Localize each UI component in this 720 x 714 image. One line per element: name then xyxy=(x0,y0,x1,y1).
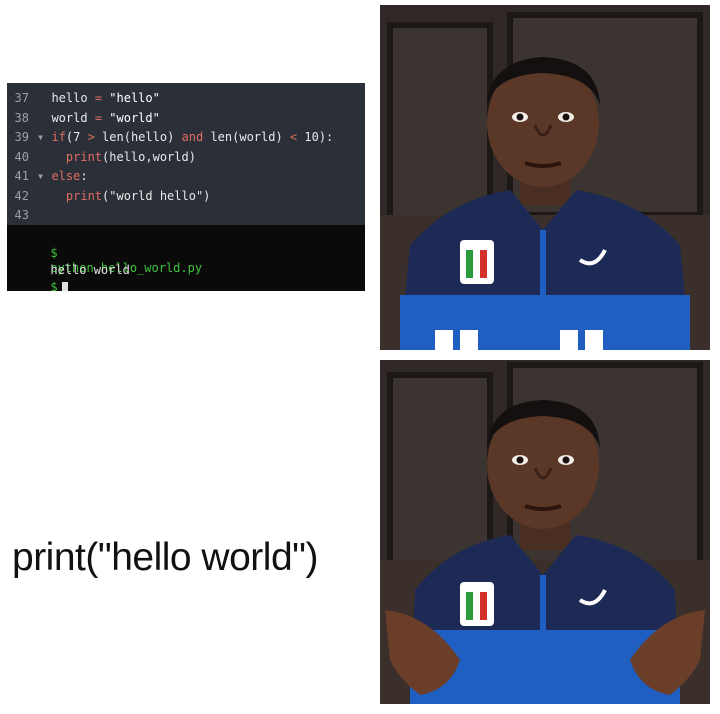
line-number: 43 xyxy=(14,208,29,222)
code-token: > xyxy=(87,130,95,144)
code-token: print xyxy=(65,188,103,203)
fold-chevron-icon xyxy=(37,150,51,164)
code-line: 39 ▾ if(7 > len(hello) and len(world) < 1… xyxy=(7,128,334,147)
code-token: print xyxy=(65,149,103,164)
terminal: $ python hello_world.py hello world $ xyxy=(7,225,365,291)
code-token: = xyxy=(94,91,103,105)
code-token: len(hello) xyxy=(94,130,182,144)
code-line: 41 ▾ else: xyxy=(7,167,88,186)
fold-chevron-icon xyxy=(37,208,51,222)
code-token: len(world) xyxy=(203,130,290,144)
code-token: ("world hello") xyxy=(102,188,211,203)
person-neutral-illustration xyxy=(380,5,710,350)
reaction-photo-bottom xyxy=(380,360,710,704)
line-number: 41 xyxy=(14,169,29,183)
terminal-cursor xyxy=(61,281,68,291)
fold-chevron-icon: ▾ xyxy=(37,130,52,144)
terminal-prompt-line: $ xyxy=(7,265,68,291)
line-number: 39 xyxy=(14,130,29,144)
code-line: 43 xyxy=(7,206,51,225)
code-line: 40 print(hello,world) xyxy=(7,148,196,167)
code-token: : xyxy=(80,169,88,183)
code-token: "world" xyxy=(102,110,160,125)
fold-chevron-icon xyxy=(37,111,51,125)
fold-chevron-icon xyxy=(37,91,51,105)
line-number: 42 xyxy=(14,188,29,203)
fold-chevron-icon xyxy=(37,189,51,203)
line-number: 40 xyxy=(14,149,29,164)
reaction-photo-top xyxy=(380,5,710,350)
terminal-output-line: hello world xyxy=(7,248,129,277)
code-token: world xyxy=(51,110,95,125)
line-number: 37 xyxy=(14,91,29,105)
code-line: 42 print("world hello") xyxy=(7,187,211,206)
terminal-command-line: $ python hello_world.py xyxy=(7,231,202,275)
code-line: 37 hello = "hello" xyxy=(7,89,160,108)
meme-caption: print("hello world") xyxy=(12,536,318,579)
code-token: 10): xyxy=(297,130,334,144)
terminal-prompt-2: $ xyxy=(50,280,58,291)
line-number: 38 xyxy=(14,110,29,125)
code-token: and xyxy=(181,130,204,144)
code-token: "hello" xyxy=(102,91,160,105)
fold-chevron-icon: ▾ xyxy=(37,169,52,183)
code-token: if xyxy=(51,130,66,144)
code-token: else xyxy=(51,169,81,183)
code-editor: 37 hello = "hello" 38 world = "world" 39 ▾ … xyxy=(7,83,365,225)
code-token: (hello,world) xyxy=(102,149,196,164)
code-token: (7 xyxy=(65,130,88,144)
person-shrugging-illustration xyxy=(380,360,710,704)
code-screenshot: 37 hello = "hello" 38 world = "world" 39 ▾ … xyxy=(7,83,365,291)
code-token: hello xyxy=(51,91,95,105)
code-token: = xyxy=(94,110,103,125)
code-line: 38 world = "world" xyxy=(7,109,160,128)
